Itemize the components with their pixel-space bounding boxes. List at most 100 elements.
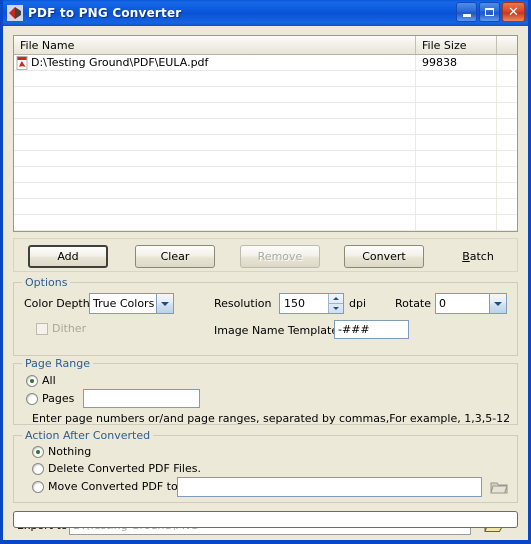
cell-empty <box>497 199 517 214</box>
window-controls: ✕ <box>456 2 525 22</box>
client-area: File Name File Size D:\Testing Ground\PD… <box>3 26 528 537</box>
table-row-empty[interactable] <box>14 119 517 135</box>
cell-empty <box>416 151 497 166</box>
cell-file-size: 99838 <box>416 55 497 70</box>
action-button-bar: Add Clear Remove Convert Batch <box>13 238 518 272</box>
batch-button[interactable]: Batch <box>449 245 507 268</box>
table-row-empty[interactable] <box>14 135 517 151</box>
cell-extra <box>497 55 517 70</box>
cell-empty <box>416 215 497 230</box>
cell-empty <box>416 71 497 86</box>
page-range-pages-label: Pages <box>42 392 75 405</box>
page-range-pages-radio-row[interactable]: Pages <box>26 392 74 405</box>
column-header-extra[interactable] <box>497 36 517 54</box>
resolution-stepper[interactable]: 150 <box>279 293 344 314</box>
options-group: Options Color Depth True Colors Dither R… <box>13 276 518 356</box>
cell-empty <box>497 71 517 86</box>
rotate-combo[interactable]: 0 <box>435 293 507 314</box>
action-move-radio-row[interactable]: Move Converted PDF to <box>32 480 178 493</box>
action-move-label: Move Converted PDF to <box>48 480 178 493</box>
table-row-empty[interactable] <box>14 103 517 119</box>
cell-empty <box>416 183 497 198</box>
action-move-radio[interactable] <box>32 480 44 493</box>
stepper-buttons[interactable] <box>328 294 343 313</box>
file-name-text: D:\Testing Ground\PDF\EULA.pdf <box>31 56 209 69</box>
options-group-title: Options <box>22 276 71 289</box>
action-nothing-radio-row[interactable]: Nothing <box>32 445 91 458</box>
cell-empty <box>416 119 497 134</box>
convert-button[interactable]: Convert <box>344 245 424 268</box>
cell-empty <box>14 87 416 102</box>
action-after-group-title: Action After Converted <box>22 429 154 442</box>
page-range-pages-radio[interactable] <box>26 392 38 405</box>
action-delete-radio[interactable] <box>32 462 44 475</box>
close-icon: ✕ <box>508 4 519 20</box>
resolution-unit-label: dpi <box>349 297 367 310</box>
table-row-empty[interactable] <box>14 151 517 167</box>
table-row-empty[interactable] <box>14 71 517 87</box>
cell-empty <box>14 167 416 182</box>
action-nothing-radio[interactable] <box>32 445 44 458</box>
table-row-empty[interactable] <box>14 215 517 231</box>
table-row[interactable]: D:\Testing Ground\PDF\EULA.pdf 99838 <box>14 55 517 71</box>
cell-empty <box>497 215 517 230</box>
resolution-value: 150 <box>284 297 305 310</box>
application-window: PDF to PNG Converter ✕ File Name File Si… <box>0 0 531 544</box>
file-list[interactable]: File Name File Size D:\Testing Ground\PD… <box>13 35 518 232</box>
page-range-group: Page Range All Pages Enter page numbers … <box>13 357 518 425</box>
action-delete-label: Delete Converted PDF Files. <box>48 462 201 475</box>
cell-empty <box>14 119 416 134</box>
dither-checkbox-row[interactable]: Dither <box>36 322 86 335</box>
table-row-empty[interactable] <box>14 183 517 199</box>
cell-empty <box>416 167 497 182</box>
action-move-path-input[interactable] <box>177 477 482 497</box>
stepper-up-icon[interactable] <box>329 294 343 304</box>
progress-bar <box>13 511 518 528</box>
cell-empty <box>14 103 416 118</box>
resolution-label: Resolution <box>214 297 272 310</box>
cell-empty <box>14 183 416 198</box>
action-move-browse-button[interactable] <box>488 477 510 497</box>
close-button[interactable]: ✕ <box>502 2 525 22</box>
cell-empty <box>497 87 517 102</box>
table-row-empty[interactable] <box>14 199 517 215</box>
action-nothing-label: Nothing <box>48 445 92 458</box>
clear-button[interactable]: Clear <box>135 245 215 268</box>
table-row-empty[interactable] <box>14 167 517 183</box>
dither-checkbox[interactable] <box>36 322 48 335</box>
title-bar[interactable]: PDF to PNG Converter ✕ <box>3 0 528 26</box>
table-row-empty[interactable] <box>14 87 517 103</box>
cell-empty <box>497 103 517 118</box>
rotate-label: Rotate <box>395 297 432 310</box>
page-range-hint: Enter page numbers or/and page ranges, s… <box>32 412 511 425</box>
page-range-all-radio-row[interactable]: All <box>26 374 56 387</box>
batch-label-rest: atch <box>469 250 494 263</box>
stepper-down-icon[interactable] <box>329 304 343 313</box>
dither-label: Dither <box>52 322 87 335</box>
page-range-all-radio[interactable] <box>26 374 38 387</box>
cell-empty <box>14 215 416 230</box>
maximize-button[interactable] <box>479 2 500 22</box>
pdf-file-icon <box>16 55 29 70</box>
page-range-pages-input[interactable] <box>83 389 200 408</box>
cell-empty <box>14 151 416 166</box>
cell-empty <box>14 231 416 232</box>
minimize-button[interactable] <box>456 2 477 22</box>
chevron-down-icon[interactable] <box>156 294 173 313</box>
cell-empty <box>497 119 517 134</box>
remove-button: Remove <box>240 245 320 268</box>
color-depth-combo[interactable]: True Colors <box>89 293 174 314</box>
rotate-value: 0 <box>439 297 446 310</box>
add-button[interactable]: Add <box>28 245 108 268</box>
chevron-down-icon[interactable] <box>489 294 506 313</box>
image-name-template-input[interactable]: -### <box>334 320 409 339</box>
column-header-file-size[interactable]: File Size <box>416 36 497 54</box>
action-delete-radio-row[interactable]: Delete Converted PDF Files. <box>32 462 201 475</box>
table-row-empty[interactable] <box>14 231 517 232</box>
file-list-header: File Name File Size <box>14 36 517 55</box>
cell-empty <box>416 103 497 118</box>
cell-empty <box>416 135 497 150</box>
cell-empty <box>14 135 416 150</box>
column-header-file-name[interactable]: File Name <box>14 36 416 54</box>
folder-open-icon-disabled <box>489 482 508 494</box>
